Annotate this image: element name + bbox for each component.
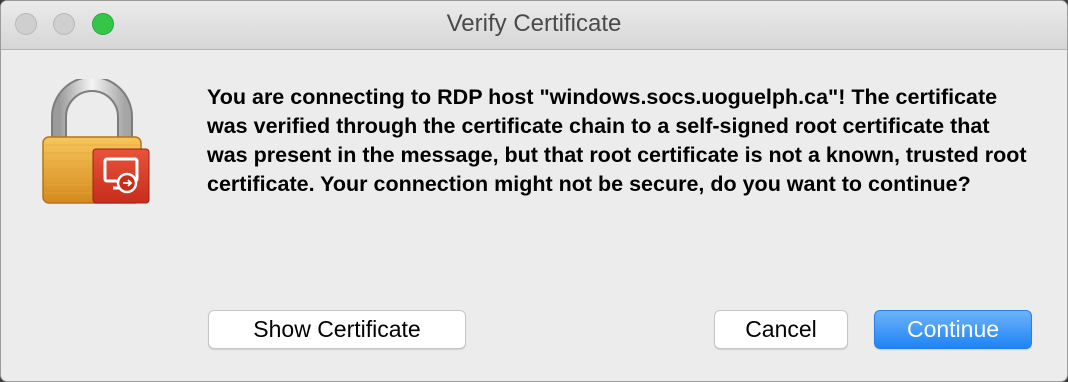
window-title: Verify Certificate [446, 10, 622, 37]
cancel-button[interactable]: Cancel [714, 310, 848, 349]
title-bar[interactable]: Verify Certificate [1, 1, 1067, 50]
dialog-message: You are connecting to RDP host "windows.… [207, 85, 1027, 196]
continue-button[interactable]: Continue [874, 310, 1032, 349]
verify-certificate-dialog: Verify Certificate You are connecting to… [0, 0, 1068, 382]
show-certificate-button[interactable]: Show Certificate [208, 310, 466, 349]
lock-certificate-icon [35, 76, 155, 209]
